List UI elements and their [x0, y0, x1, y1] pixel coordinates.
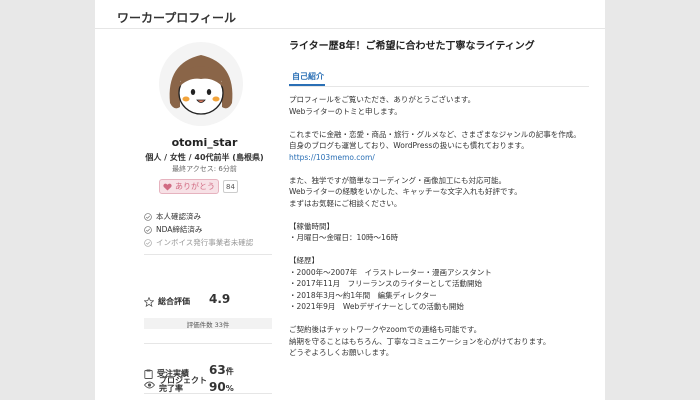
verification-nda: NDA締結済み [144, 224, 202, 235]
intro-line: Webライターのトミと申します。 [289, 106, 402, 116]
thanks-label: ありがとう [175, 182, 215, 191]
intro-line: 【稼働時間】 [289, 221, 334, 231]
intro-line: また、独学ですが簡単なコーディング・画像加工にも対応可能。 [289, 175, 506, 185]
self-introduction-text: プロフィールをご覧いただき、ありがとうございます。 Webライターのトミと申します… [289, 94, 589, 359]
heart-icon [163, 183, 172, 191]
intro-line [289, 209, 589, 221]
intro-line: どうぞよろしくお願いします。 [289, 348, 394, 357]
verification-identity: 本人確認済み [144, 211, 201, 222]
divider [144, 254, 272, 255]
last-access: 最終アクセス: 6分前 [172, 165, 237, 173]
profile-page: ワーカープロフィール otomi_star 個人 / 女性 / 40代前半 (島… [95, 0, 605, 400]
verification-label: 本人確認済み [156, 212, 201, 221]
rating-value: 4.9 [209, 292, 231, 306]
thanks-button[interactable]: ありがとう [159, 179, 219, 194]
header-divider [95, 28, 605, 29]
intro-line: 自身のブログも運営しており、WordPressの扱いにも慣れております。 [289, 141, 529, 150]
verification-invoice: インボイス発行事業者未確認 [144, 237, 253, 248]
rating-label: 総合評価 [144, 296, 190, 307]
star-icon [144, 296, 154, 307]
divider [144, 343, 272, 344]
eye-icon [144, 381, 155, 389]
blog-link[interactable]: https://103memo.com/ [289, 152, 589, 164]
avatar[interactable] [158, 41, 244, 127]
check-circle-icon [144, 212, 152, 221]
intro-line [289, 163, 589, 175]
intro-line: ・月曜日～金曜日：10時～16時 [289, 233, 399, 242]
divider [144, 393, 272, 394]
tab-divider [289, 86, 589, 87]
intro-line: ・2000年～2007年 イラストレーター・漫画アシスタント [289, 267, 492, 277]
intro-line: ・2021年9月 Webデザイナーとしての活動も開始 [289, 302, 464, 311]
username: otomi_star [171, 136, 238, 149]
review-count[interactable]: 評価件数 33件 [144, 318, 272, 329]
intro-line [289, 313, 589, 325]
verification-label: NDA締結済み [156, 225, 203, 234]
completion-label: プロジェクト 完了率 [144, 377, 207, 393]
check-circle-icon [144, 225, 152, 234]
demographics: 個人 / 女性 / 40代前半 (島根県) [145, 153, 264, 162]
intro-line: ご契約後はチャットワークやzoomでの連絡も可能です。 [289, 325, 482, 334]
intro-line: これまでに金融・恋愛・商品・旅行・グルメなど、さまざまなジャンルの記事を作成。 [289, 129, 581, 139]
verification-label: インボイス発行事業者未確認 [156, 238, 254, 247]
intro-line: ・2018年3月～約1年間 編集ディレクター [289, 290, 437, 300]
intro-line: Webライターの経験をいかした、キャッチーな文字入れも好評です。 [289, 187, 522, 196]
intro-line: 納期を守ることはもちろん、丁寧なコミュニケーションを心がけております。 [289, 336, 551, 346]
intro-line: ・2017年11月 フリーランスのライターとして活動開始 [289, 279, 482, 288]
orders-value: 63件 [209, 363, 234, 377]
profile-headline: ライター歴8年！ご希望に合わせた丁寧なライティング [289, 41, 535, 52]
check-circle-icon [144, 238, 152, 247]
intro-line [289, 244, 589, 256]
intro-line: まずはお気軽にご相談ください。 [289, 198, 402, 208]
intro-line: プロフィールをご覧いただき、ありがとうございます。 [289, 95, 476, 104]
page-title: ワーカープロフィール [117, 11, 237, 25]
intro-line [289, 117, 589, 129]
thanks-count: 84 [223, 180, 238, 193]
intro-line: 【経歴】 [289, 256, 319, 265]
completion-value: 90% [209, 380, 234, 394]
